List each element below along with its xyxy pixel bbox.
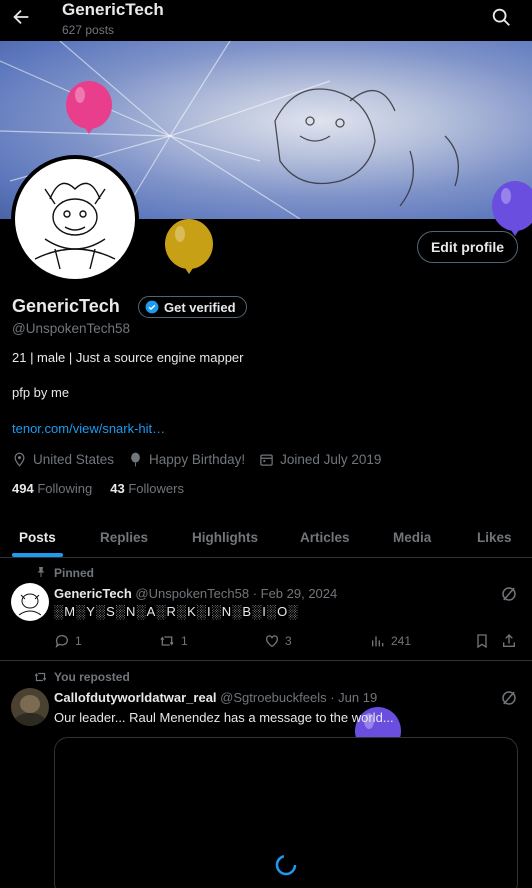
post-avatar[interactable]: [11, 583, 49, 621]
profile-joined: Joined July 2019: [280, 451, 382, 467]
like-action[interactable]: 3: [264, 633, 292, 649]
profile-birthday: Happy Birthday!: [149, 451, 246, 467]
profile-meta: United States Happy Birthday! Joined Jul…: [12, 450, 391, 468]
share-icon[interactable]: [501, 633, 517, 649]
profile-avatar[interactable]: [11, 155, 139, 283]
page-title: GenericTech: [62, 0, 164, 19]
tab-articles[interactable]: Articles: [300, 518, 350, 556]
post-count: 627 posts: [62, 23, 115, 37]
post-header: GenericTech @UnspokenTech58 · Feb 29, 20…: [54, 586, 337, 601]
tab-likes[interactable]: Likes: [477, 518, 512, 556]
profile-link[interactable]: tenor.com/view/snark-hit…: [12, 421, 165, 436]
balloon-icon: [131, 452, 140, 466]
post-context-label: Pinned: [54, 566, 95, 580]
get-verified-label: Get verified: [164, 299, 236, 315]
tab-highlights[interactable]: Highlights: [192, 518, 258, 556]
like-icon: [266, 635, 278, 648]
post-text: Our leader... Raul Menendez has a messag…: [54, 710, 394, 725]
verified-badge-icon: [145, 300, 159, 314]
active-tab-indicator: [12, 553, 63, 557]
repost-icon: [160, 636, 174, 646]
grok-icon[interactable]: [500, 585, 518, 603]
tab-replies[interactable]: Replies: [100, 518, 148, 556]
post-author[interactable]: Callofdutyworldatwar_real: [54, 690, 217, 705]
pin-icon: [37, 567, 45, 577]
reply-icon: [55, 635, 68, 648]
grok-icon[interactable]: [500, 689, 518, 707]
bookmark-icon[interactable]: [474, 633, 490, 649]
search-icon[interactable]: [490, 6, 512, 28]
tab-posts[interactable]: Posts: [19, 518, 56, 556]
profile-pfp-note: pfp by me: [12, 385, 70, 400]
balloon-icon: [66, 81, 112, 134]
post-divider: [0, 660, 532, 661]
calendar-icon: [260, 454, 273, 466]
tab-media[interactable]: Media: [393, 518, 431, 556]
profile-name: GenericTech: [12, 296, 120, 316]
post-handle-date: @UnspokenTech58 · Feb 29, 2024: [135, 586, 338, 601]
profile-bio: 21 | male | Just a source engine mapper: [12, 350, 244, 365]
post-author[interactable]: GenericTech: [54, 586, 132, 601]
post-header: Callofdutyworldatwar_real @Sgtroebuckfee…: [54, 690, 377, 705]
post-handle-date: @Sgtroebuckfeels · Jun 19: [220, 690, 378, 705]
balloon-icon: [165, 219, 213, 274]
profile-location: United States: [33, 451, 115, 467]
post-text: ░M░Y░S░N░A░R░K░I░N░B░I░O░: [54, 604, 299, 619]
post-context-label: You reposted: [54, 670, 130, 684]
followers-link[interactable]: 43 Followers: [110, 481, 184, 496]
views-action[interactable]: 241: [370, 633, 411, 649]
back-arrow-icon[interactable]: [10, 6, 32, 28]
repost-icon: [34, 672, 47, 682]
location-icon: [14, 452, 25, 467]
repost-action[interactable]: 1: [158, 633, 188, 649]
loading-spinner-icon: [275, 854, 297, 876]
follow-stats: 494 Following 43 Followers: [12, 481, 184, 496]
post-avatar[interactable]: [11, 688, 49, 726]
reply-action[interactable]: 1: [54, 633, 82, 649]
views-icon: [372, 636, 384, 647]
following-link[interactable]: 494 Following: [12, 481, 92, 496]
get-verified-button[interactable]: Get verified: [138, 296, 247, 318]
profile-tabs: [0, 518, 532, 558]
edit-profile-button[interactable]: Edit profile: [417, 231, 518, 263]
profile-handle: @UnspokenTech58: [12, 321, 131, 336]
